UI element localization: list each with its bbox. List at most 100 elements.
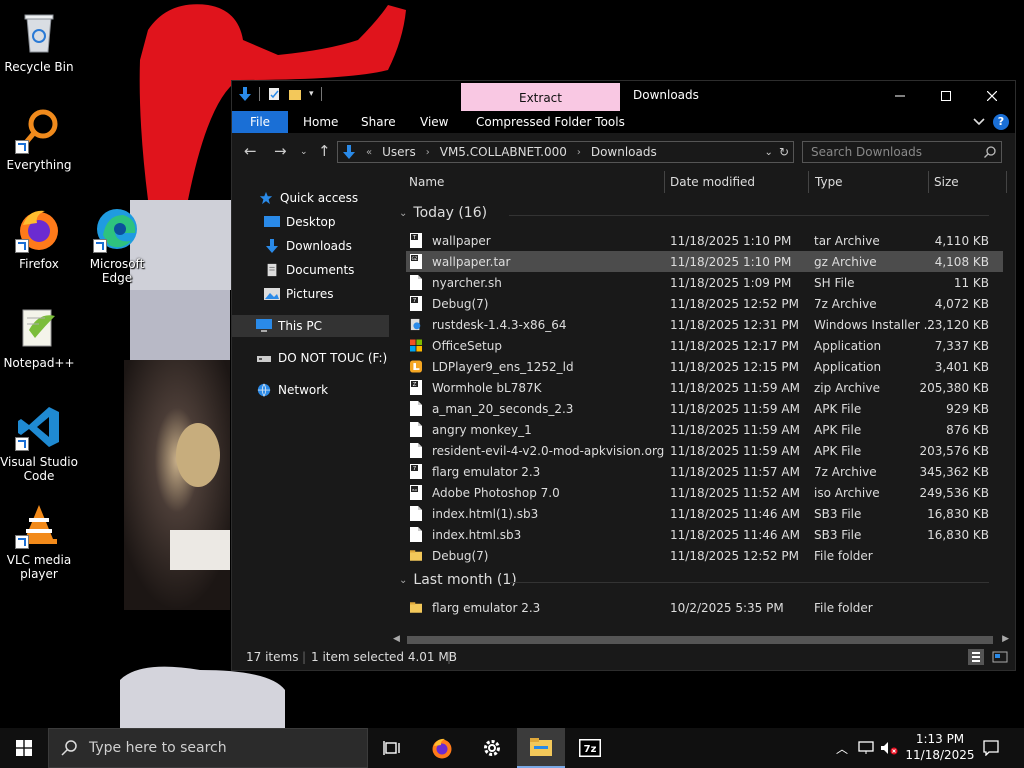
group-header[interactable]: ⌄ Last month (1) bbox=[399, 572, 989, 588]
desktop-icon-vscode[interactable]: Visual Studio Code bbox=[0, 403, 79, 483]
column-header-date[interactable]: Date modified bbox=[670, 175, 755, 189]
file-row[interactable]: 7 Debug(7) 11/18/2025 12:52 PM 7z Archive 4,… bbox=[406, 293, 1003, 314]
show-hidden-icons-chevron-icon[interactable]: ︿ bbox=[836, 740, 848, 757]
firefox-icon bbox=[432, 738, 452, 759]
new-folder-icon[interactable] bbox=[288, 87, 302, 101]
column-separator[interactable] bbox=[1006, 171, 1007, 193]
nav-this-pc[interactable]: This PC bbox=[232, 315, 411, 337]
file-type: Application bbox=[814, 360, 882, 374]
collapse-chevron-icon[interactable]: ⌄ bbox=[399, 208, 407, 219]
search-input[interactable]: Search Downloads bbox=[802, 141, 1002, 163]
taskbar-search-box[interactable]: Type here to search bbox=[48, 728, 368, 768]
breadcrumb-overflow[interactable]: « bbox=[366, 147, 372, 158]
address-bar[interactable]: « Users › VM5.COLLABNET.000 › Downloads … bbox=[337, 141, 794, 163]
tab-share[interactable]: Share bbox=[361, 111, 396, 133]
customize-qat-icon[interactable]: ▾ bbox=[309, 89, 314, 99]
title-bar[interactable]: ▾ Extract Downloads bbox=[232, 81, 1015, 111]
svg-text:ISO: ISO bbox=[412, 488, 418, 492]
up-arrow-icon[interactable]: ↑ bbox=[318, 142, 331, 160]
address-dropdown-icon[interactable]: ⌄ bbox=[765, 147, 773, 158]
file-row[interactable]: GZ wallpaper.tar 11/18/2025 1:10 PM gz Arch… bbox=[406, 251, 1003, 272]
desktop-icon-notepadpp[interactable]: Notepad++ bbox=[0, 304, 79, 370]
file-row[interactable]: nyarcher.sh 11/18/2025 1:09 PM SH File 11 K… bbox=[406, 272, 1003, 293]
start-button[interactable] bbox=[0, 728, 48, 768]
item-count: 17 items bbox=[246, 650, 299, 664]
office-icon bbox=[410, 339, 422, 352]
back-arrow-icon[interactable]: ← bbox=[244, 142, 257, 160]
breadcrumb-downloads[interactable]: Downloads bbox=[591, 145, 657, 159]
column-separator[interactable] bbox=[808, 171, 809, 193]
file-icon bbox=[410, 422, 422, 437]
desktop-icon-recycle-bin[interactable]: Recycle Bin bbox=[0, 8, 79, 74]
desktop-icon-edge[interactable]: Microsoft Edge bbox=[77, 205, 157, 285]
close-button[interactable] bbox=[969, 81, 1015, 111]
file-row[interactable]: resident-evil-4-v2.0-mod-apkvision.org 11… bbox=[406, 440, 1003, 461]
chevron-right-icon[interactable]: › bbox=[426, 147, 430, 158]
column-header-type[interactable]: Type bbox=[815, 175, 843, 189]
tab-compressed-folder-tools[interactable]: Compressed Folder Tools bbox=[476, 111, 625, 133]
file-row[interactable]: Twallpaper 11/18/2025 1:10 PM tar Archive 4… bbox=[406, 230, 1003, 251]
taskbar-file-explorer[interactable] bbox=[517, 728, 565, 768]
scroll-left-icon[interactable]: ◀ bbox=[393, 634, 400, 644]
group-header[interactable]: ⌄ Today (16) bbox=[399, 205, 989, 221]
scroll-right-icon[interactable]: ▶ bbox=[1002, 634, 1009, 644]
properties-icon[interactable] bbox=[267, 87, 281, 101]
network-status-icon[interactable] bbox=[858, 741, 874, 755]
expand-ribbon-icon[interactable] bbox=[973, 118, 985, 126]
file-row[interactable]: Z Wormhole bL787K 11/18/2025 11:59 AM zip A… bbox=[406, 377, 1003, 398]
taskbar-firefox[interactable] bbox=[418, 728, 466, 768]
chevron-right-icon[interactable]: › bbox=[577, 147, 581, 158]
details-view-button[interactable] bbox=[968, 649, 984, 665]
breadcrumb-user-folder[interactable]: VM5.COLLABNET.000 bbox=[440, 145, 567, 159]
file-row[interactable]: ISO Adobe Photoshop 7.0 11/18/2025 11:52 A… bbox=[406, 482, 1003, 503]
file-row[interactable]: a_man_20_seconds_2.3 11/18/2025 11:59 AM A… bbox=[406, 398, 1003, 419]
desktop-icon-vlc[interactable]: VLC media player bbox=[0, 501, 79, 581]
extract-contextual-tab[interactable]: Extract bbox=[461, 83, 620, 111]
ribbon-controls: ? bbox=[973, 114, 1009, 130]
down-arrow-icon[interactable] bbox=[238, 87, 252, 101]
taskbar-7zip[interactable]: 7z bbox=[566, 728, 614, 768]
scrollbar-thumb[interactable] bbox=[407, 636, 993, 644]
help-icon[interactable]: ? bbox=[993, 114, 1009, 130]
column-separator[interactable] bbox=[928, 171, 929, 193]
breadcrumb-users[interactable]: Users bbox=[382, 145, 416, 159]
volume-muted-icon[interactable] bbox=[880, 741, 898, 755]
column-separator[interactable] bbox=[664, 171, 665, 193]
task-view-button[interactable] bbox=[368, 728, 416, 768]
file-date: 11/18/2025 11:46 AM bbox=[670, 507, 800, 521]
nav-network[interactable]: Network bbox=[232, 379, 411, 401]
file-row[interactable]: 7 flarg emulator 2.3 11/18/2025 11:57 AM 7z… bbox=[406, 461, 1003, 482]
file-row[interactable]: LDPlayer9_ens_1252_ld 11/18/2025 12:15 PM… bbox=[406, 356, 1003, 377]
forward-arrow-icon[interactable]: → bbox=[274, 142, 287, 160]
file-row[interactable]: rustdesk-1.4.3-x86_64 11/18/2025 12:31 PM… bbox=[406, 314, 1003, 335]
tab-file[interactable]: File bbox=[232, 111, 288, 133]
file-size: 4,108 KB bbox=[934, 255, 989, 269]
nav-drive-f[interactable]: DO NOT TOUC (F:) bbox=[232, 347, 411, 369]
desktop-icon-everything[interactable]: Everything bbox=[0, 106, 79, 172]
file-row[interactable]: OfficeSetup 11/18/2025 12:17 PM Applicatio… bbox=[406, 335, 1003, 356]
collapse-chevron-icon[interactable]: ⌄ bbox=[399, 575, 407, 586]
action-center-button[interactable] bbox=[968, 728, 1014, 768]
nav-quick-access[interactable]: Quick access bbox=[232, 187, 413, 209]
group-divider bbox=[509, 582, 989, 583]
large-icons-view-button[interactable] bbox=[992, 649, 1008, 665]
desktop-icon-firefox[interactable]: Firefox bbox=[0, 205, 79, 271]
file-row[interactable]: flarg emulator 2.3 10/2/2025 5:35 PM File … bbox=[406, 597, 1003, 618]
file-row[interactable]: Debug(7) 11/18/2025 12:52 PM File folder bbox=[406, 545, 1003, 566]
search-icon[interactable] bbox=[984, 146, 996, 158]
refresh-icon[interactable]: ↻ bbox=[779, 145, 789, 159]
file-row[interactable]: index.html.sb3 11/18/2025 11:46 AM SB3 Fil… bbox=[406, 524, 1003, 545]
recent-locations-chevron-icon[interactable]: ⌄ bbox=[300, 147, 308, 157]
minimize-button[interactable] bbox=[877, 81, 923, 111]
file-row[interactable]: index.html(1).sb3 11/18/2025 11:46 AM SB3 … bbox=[406, 503, 1003, 524]
column-header-name[interactable]: Name bbox=[409, 175, 444, 189]
tab-home[interactable]: Home bbox=[303, 111, 338, 133]
taskbar-settings[interactable] bbox=[468, 728, 516, 768]
details-view-icon bbox=[972, 652, 980, 662]
file-row[interactable]: angry monkey_1 11/18/2025 11:59 AM APK Fil… bbox=[406, 419, 1003, 440]
taskbar-clock[interactable]: 1:13 PM 11/18/2025 bbox=[905, 731, 975, 763]
caption-buttons bbox=[877, 81, 1015, 111]
tab-view[interactable]: View bbox=[420, 111, 448, 133]
maximize-button[interactable] bbox=[923, 81, 969, 111]
column-header-size[interactable]: Size bbox=[934, 175, 959, 189]
